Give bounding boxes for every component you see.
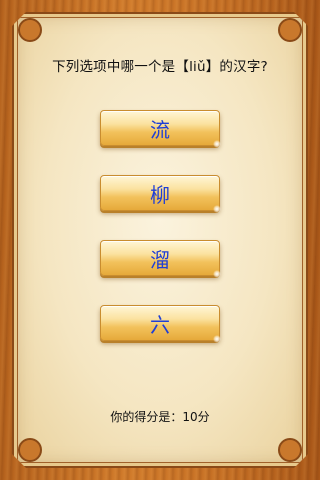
corner-ornament <box>18 18 42 42</box>
answer-option-button[interactable]: 柳 <box>100 175 221 213</box>
answer-option-label: 柳 <box>150 182 170 207</box>
score-text: 你的得分是：10分 <box>110 410 210 424</box>
corner-ornament <box>278 438 302 462</box>
sparkle-icon <box>213 205 221 213</box>
answer-option-button[interactable]: 六 <box>100 305 221 343</box>
sparkle-icon <box>213 140 221 148</box>
answer-option-button[interactable]: 溜 <box>100 240 221 278</box>
answer-option-label: 流 <box>150 117 170 142</box>
answer-option-label: 六 <box>150 312 170 337</box>
question-text: 下列选项中哪一个是【liǔ】的汉字? <box>52 59 268 75</box>
corner-ornament <box>18 438 42 462</box>
sparkle-icon <box>213 270 221 278</box>
corner-ornament <box>278 18 302 42</box>
sparkle-icon <box>213 335 221 343</box>
answer-option-button[interactable]: 流 <box>100 110 221 148</box>
answer-option-label: 溜 <box>150 247 170 272</box>
